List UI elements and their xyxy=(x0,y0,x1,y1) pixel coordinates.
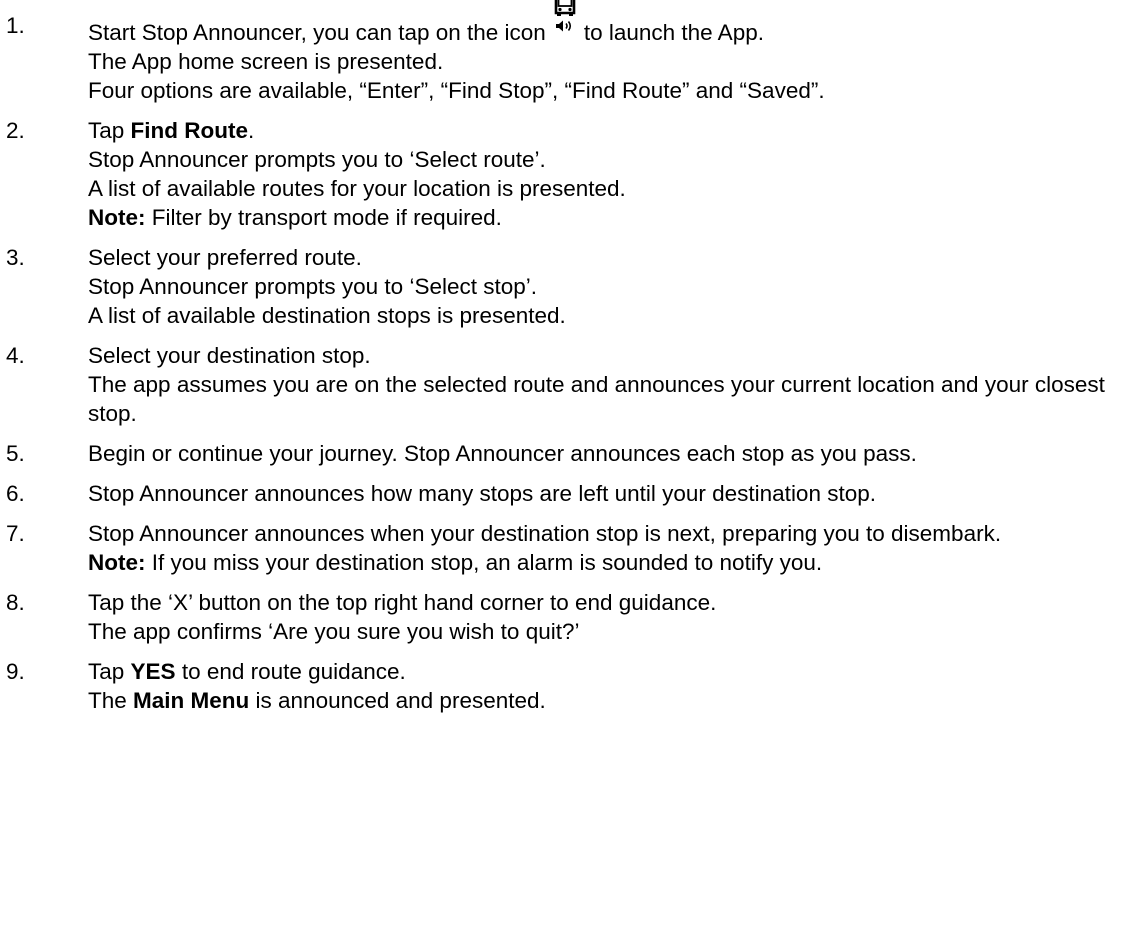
step-text: Start Stop Announcer, you can tap on the… xyxy=(88,20,546,45)
step-number: 2. xyxy=(6,118,25,143)
step-line: A list of available destination stops is… xyxy=(88,303,566,328)
step-1: 1. Start Stop Announcer, you can tap on … xyxy=(0,0,1136,105)
note-label: Note: xyxy=(88,205,146,230)
step-4: 4. Select your destination stop. The app… xyxy=(0,341,1136,428)
step-9: 9. Tap YES to end route guidance. The Ma… xyxy=(0,657,1136,715)
note-label: Note: xyxy=(88,550,146,575)
step-line: The App home screen is presented. xyxy=(88,49,444,74)
step-line: Stop Announcer announces how many stops … xyxy=(88,481,876,506)
step-line: Begin or continue your journey. Stop Ann… xyxy=(88,441,917,466)
step-line: The app confirms ‘Are you sure you wish … xyxy=(88,619,580,644)
note-line: Note: If you miss your destination stop,… xyxy=(88,548,1126,577)
steps-list: 1. Start Stop Announcer, you can tap on … xyxy=(0,0,1136,715)
bold-term: YES xyxy=(130,659,176,684)
step-text: The xyxy=(88,688,134,713)
step-number: 7. xyxy=(6,521,25,546)
step-line: Stop Announcer prompts you to ‘Select st… xyxy=(88,274,538,299)
step-number: 3. xyxy=(6,245,25,270)
step-8: 8. Tap the ‘X’ button on the top right h… xyxy=(0,588,1136,646)
step-3: 3. Select your preferred route. Stop Ann… xyxy=(0,243,1136,330)
step-line: Stop Announcer announces when your desti… xyxy=(88,521,1002,546)
step-text: is announced and presented. xyxy=(249,688,546,713)
step-2: 2. Tap Find Route. Stop Announcer prompt… xyxy=(0,116,1136,232)
step-line: The app assumes you are on the selected … xyxy=(88,372,1105,426)
step-text: Tap xyxy=(88,659,131,684)
step-line: A list of available routes for your loca… xyxy=(88,176,626,201)
step-5: 5. Begin or continue your journey. Stop … xyxy=(0,439,1136,468)
step-text: Tap xyxy=(88,118,131,143)
step-line: Tap YES to end route guidance. xyxy=(88,657,1126,686)
step-number: 6. xyxy=(6,481,25,506)
step-line: The Main Menu is announced and presented… xyxy=(88,686,1126,715)
note-line: Note: Filter by transport mode if requir… xyxy=(88,203,1126,232)
step-line: Tap the ‘X’ button on the top right hand… xyxy=(88,590,717,615)
step-text: . xyxy=(248,118,255,143)
step-line: Four options are available, “Enter”, “Fi… xyxy=(88,78,825,103)
step-line: Stop Announcer prompts you to ‘Select ro… xyxy=(88,147,546,172)
step-line: Tap Find Route. xyxy=(88,116,1126,145)
step-text: to end route guidance. xyxy=(175,659,406,684)
step-line: Start Stop Announcer, you can tap on the… xyxy=(88,0,1126,47)
step-text: to launch the App. xyxy=(583,20,764,45)
step-number: 8. xyxy=(6,590,25,615)
bold-term: Find Route xyxy=(130,118,249,143)
step-number: 5. xyxy=(6,441,25,466)
note-text: Filter by transport mode if required. xyxy=(145,205,502,230)
step-number: 1. xyxy=(6,13,25,38)
bus-speaker-icon xyxy=(550,0,580,40)
step-7: 7. Stop Announcer announces when your de… xyxy=(0,519,1136,577)
note-text: If you miss your destination stop, an al… xyxy=(145,550,823,575)
step-6: 6. Stop Announcer announces how many sto… xyxy=(0,479,1136,508)
step-line: Select your destination stop. xyxy=(88,343,371,368)
bold-term: Main Menu xyxy=(133,688,250,713)
instruction-page: 1. Start Stop Announcer, you can tap on … xyxy=(0,0,1136,935)
step-number: 4. xyxy=(6,343,25,368)
step-number: 9. xyxy=(6,659,25,684)
step-line: Select your preferred route. xyxy=(88,245,362,270)
